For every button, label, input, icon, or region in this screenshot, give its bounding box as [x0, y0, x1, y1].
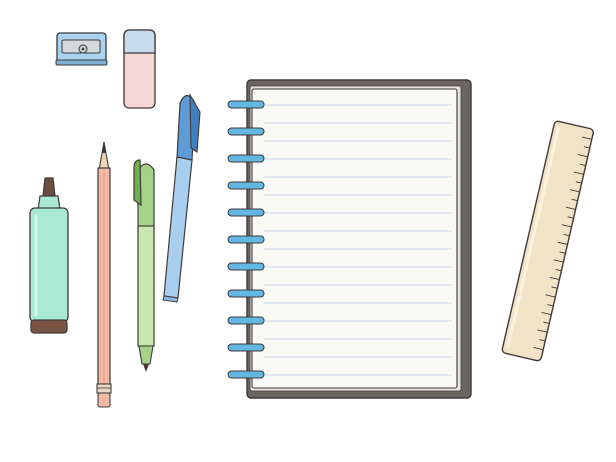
pencil-sharpener — [55, 32, 108, 66]
green-pen — [133, 159, 155, 372]
blue-pen — [162, 92, 201, 303]
stationery-illustration — [0, 0, 616, 462]
ruler — [501, 120, 594, 362]
highlighter — [29, 177, 69, 334]
stationery-drawing — [29, 29, 594, 408]
pencil — [96, 141, 112, 408]
eraser — [123, 29, 156, 109]
spiral-notebook — [227, 79, 472, 399]
